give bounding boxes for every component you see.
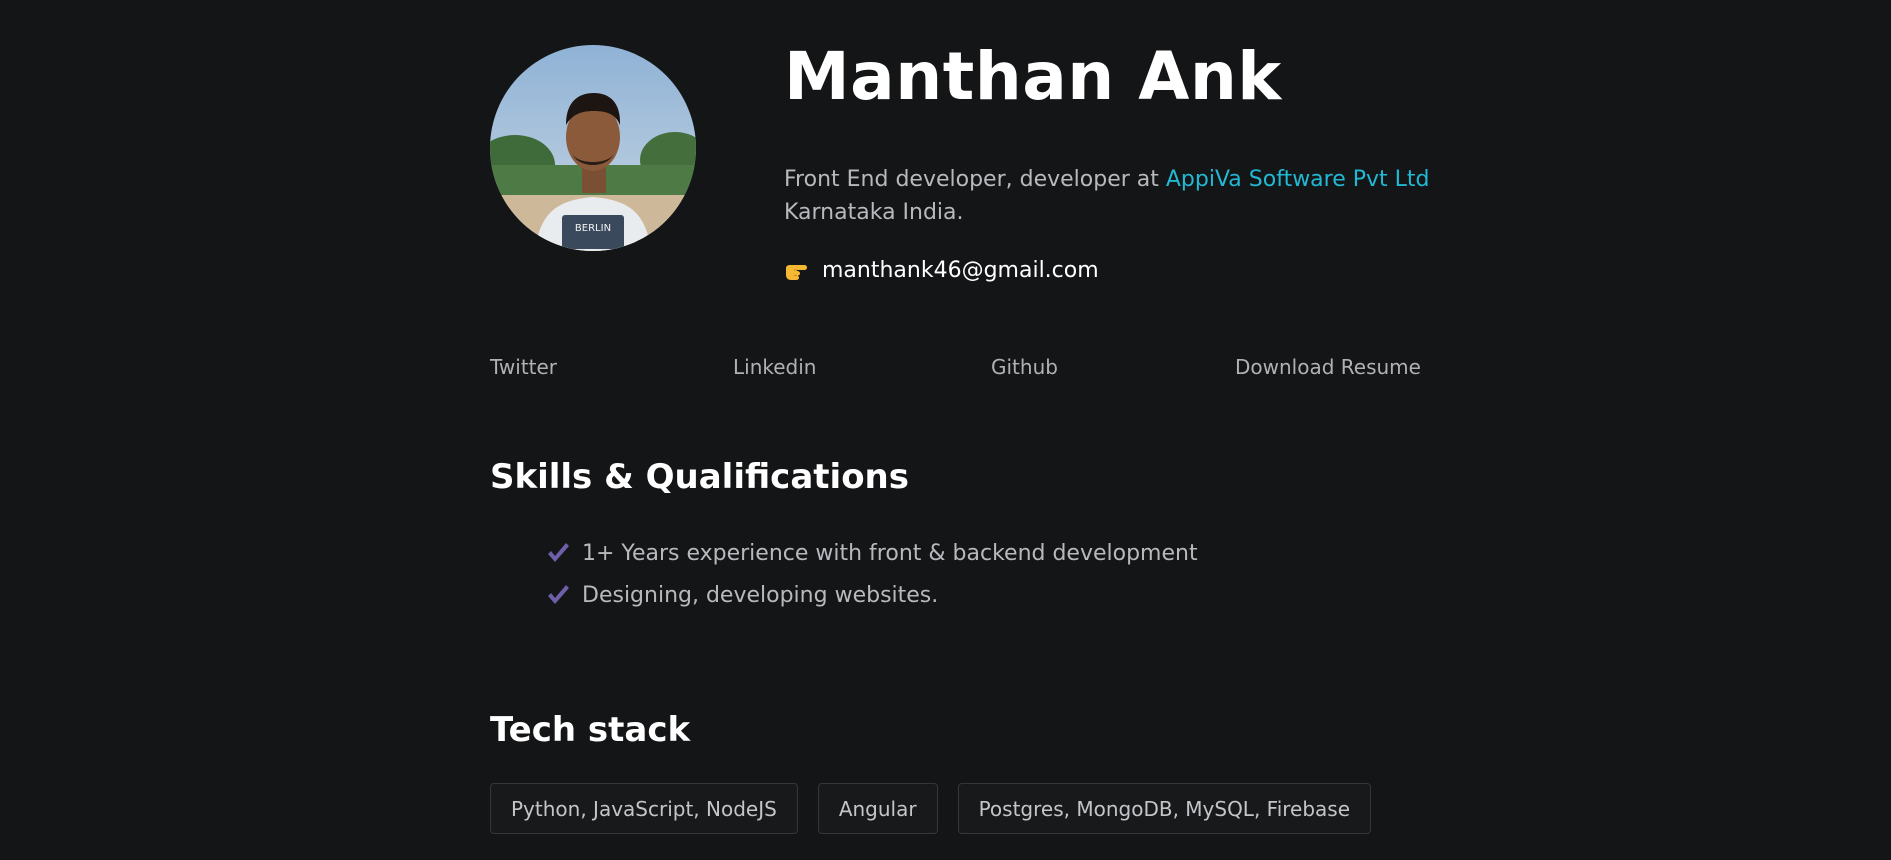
skills-heading: Skills & Qualifications	[490, 457, 909, 497]
tech-stack-heading: Tech stack	[490, 710, 691, 750]
pointing-hand-icon	[784, 258, 810, 282]
profile-bio: Front End developer, developer at AppiVa…	[784, 163, 1430, 229]
github-link[interactable]: Github	[991, 352, 1058, 382]
svg-text:BERLIN: BERLIN	[575, 223, 611, 234]
bio-line-role: Front End developer, developer at AppiVa…	[784, 163, 1430, 196]
linkedin-link[interactable]: Linkedin	[733, 352, 816, 382]
skill-text: Designing, developing websites.	[582, 582, 939, 608]
skills-list: 1+ Years experience with front & backend…	[546, 532, 1198, 616]
list-item: Designing, developing websites.	[546, 574, 1198, 616]
list-item: 1+ Years experience with front & backend…	[546, 532, 1198, 574]
avatar: BERLIN	[490, 45, 696, 251]
email-row: manthank46@gmail.com	[784, 254, 1099, 286]
check-icon	[546, 541, 570, 565]
company-link[interactable]: AppiVa Software Pvt Ltd	[1166, 167, 1430, 192]
twitter-link[interactable]: Twitter	[490, 352, 557, 382]
tech-tag-languages: Python, JavaScript, NodeJS	[490, 783, 798, 834]
portfolio-page: BERLIN Manthan Ank Front End developer, …	[0, 0, 1891, 860]
tech-tag-angular: Angular	[817, 783, 938, 834]
social-links: Twitter Linkedin Github Download Resume	[0, 352, 1891, 382]
check-icon	[546, 583, 570, 607]
bio-role-text: Front End developer, developer at	[784, 167, 1166, 192]
tech-stack-tags: Python, JavaScript, NodeJS Angular Postg…	[490, 783, 1372, 834]
bio-location: Karnataka India.	[784, 200, 964, 225]
tech-tag-databases: Postgres, MongoDB, MySQL, Firebase	[957, 783, 1372, 834]
profile-name: Manthan Ank	[784, 38, 1282, 115]
download-resume-link[interactable]: Download Resume	[1235, 352, 1421, 382]
skill-text: 1+ Years experience with front & backend…	[582, 540, 1198, 566]
email-link[interactable]: manthank46@gmail.com	[822, 258, 1099, 283]
